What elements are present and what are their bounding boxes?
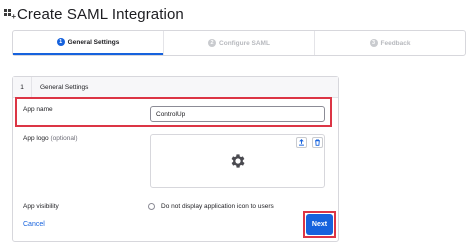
hide-icon-checkbox[interactable] [148,203,155,210]
app-name-label: App name [23,106,53,113]
app-logo-label-text: App logo [23,135,49,142]
step-number: 3 [369,39,378,47]
app-name-input[interactable]: ControlUp [150,106,325,122]
upload-button[interactable] [296,137,307,148]
step-feedback[interactable]: 3 Feedback [314,31,465,55]
step-label: General Settings [67,38,120,46]
grid-plus-icon: + [4,8,16,20]
delete-button[interactable] [312,137,323,148]
step-number: 1 [56,38,65,46]
step-configure-saml[interactable]: 2 Configure SAML [163,31,314,55]
optional-hint: (optional) [50,135,78,142]
next-button[interactable]: Next [306,214,333,235]
upload-icon [299,139,304,146]
step-label: Feedback [380,39,411,47]
step-number: 2 [208,39,217,47]
hide-icon-option-label: Do not display application icon to users [161,203,274,210]
app-name-value: ControlUp [156,110,186,118]
app-visibility-label: App visibility [23,203,59,210]
gear-icon [231,154,245,168]
cancel-link[interactable]: Cancel [23,221,45,228]
step-label: Configure SAML [219,39,270,47]
trash-icon [315,139,320,146]
app-logo-label: App logo (optional) [23,135,78,142]
stepper: 1 General Settings 2 Configure SAML 3 Fe… [12,30,466,56]
section-number: 1 [13,77,32,97]
step-general-settings[interactable]: 1 General Settings [13,31,163,55]
section-header: 1 General Settings [13,77,338,98]
page-title: Create SAML Integration [17,5,184,23]
page-header: + Create SAML Integration [4,4,184,24]
section-title: General Settings [40,83,89,91]
